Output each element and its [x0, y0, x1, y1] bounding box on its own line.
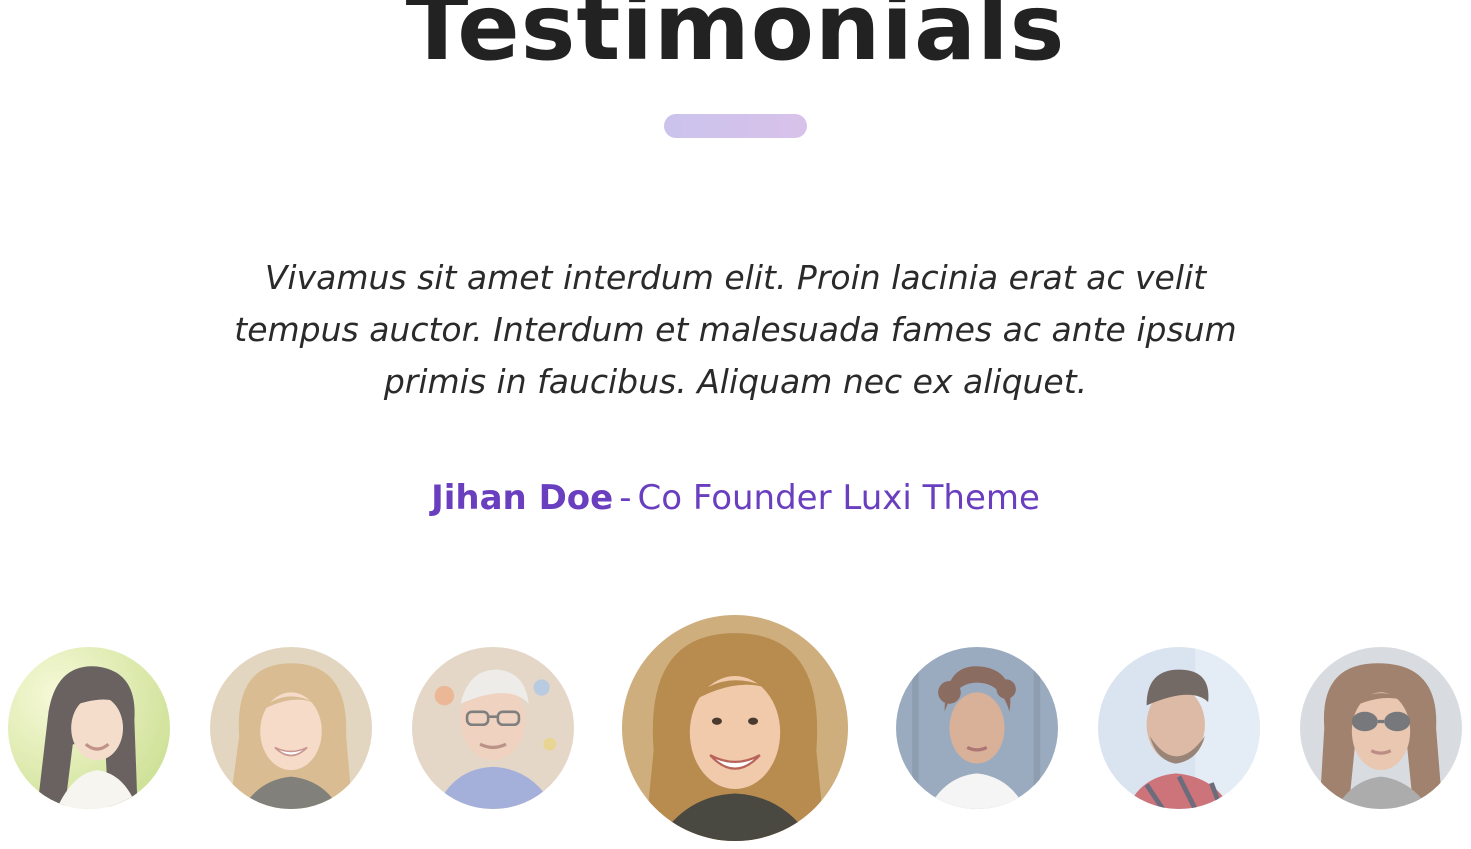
author-role: Co Founder Luxi Theme: [637, 478, 1040, 518]
author-name: Jihan Doe: [431, 478, 614, 518]
avatar-woman-curly-hair-icon[interactable]: [896, 647, 1058, 809]
avatar-woman-blonde-icon[interactable]: [210, 647, 372, 809]
avatar-man-beard-icon[interactable]: [1098, 647, 1260, 809]
avatar-woman-dark-hair-icon[interactable]: [8, 647, 170, 809]
testimonial-author: Jihan Doe - Co Founder Luxi Theme: [0, 474, 1471, 522]
testimonial-quote: Vivamus sit amet interdum elit. Proin la…: [234, 258, 1237, 401]
title-divider: [664, 114, 807, 138]
section-title: Testimonials: [405, 0, 1066, 81]
author-separator: -: [619, 478, 632, 518]
avatar-woman-blonde-icon[interactable]: [622, 615, 848, 841]
avatar-older-man-glasses-icon[interactable]: [412, 647, 574, 809]
testimonials-section: Testimonials Vivamus sit amet interdum e…: [0, 0, 1471, 849]
avatar-woman-sunglasses-icon[interactable]: [1300, 647, 1462, 809]
